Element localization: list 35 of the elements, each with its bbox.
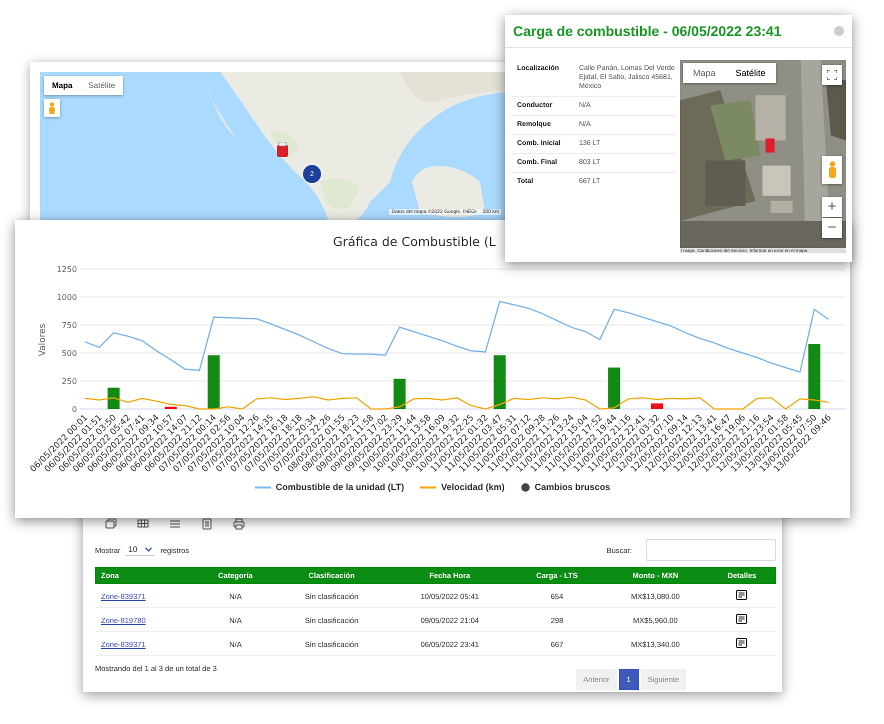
zoom-out-button[interactable]: − [822, 218, 842, 238]
printer-icon[interactable] [233, 518, 245, 530]
axis-tick-label: 750 [62, 321, 77, 330]
axis-tick-label: 500 [62, 349, 77, 358]
details-icon[interactable] [736, 638, 748, 648]
axis-tick-label: 1250 [56, 265, 77, 274]
copy-icon[interactable] [105, 518, 117, 530]
fullscreen-icon [827, 70, 837, 80]
map-type-tab[interactable]: Mapa [44, 76, 80, 95]
document-icon[interactable] [201, 518, 213, 530]
search-field[interactable] [646, 539, 776, 561]
legend-line-icon [420, 486, 436, 488]
popup-title: Carga de combustible - 06/05/2022 23:41 [513, 23, 782, 39]
legend-label[interactable]: Combustible de la unidad (LT) [276, 482, 404, 492]
list-icon[interactable] [169, 518, 181, 530]
legend-label[interactable]: Cambios bruscos [534, 482, 610, 492]
map-type-tab[interactable]: Satélite [726, 63, 776, 83]
axis-tick-label: 1000 [56, 293, 77, 302]
map-type-tab[interactable]: Mapa [683, 63, 726, 83]
chart-title: Gráfica de Combustible (L [333, 234, 496, 249]
details-icon[interactable] [736, 614, 748, 624]
axis-title: Valores [38, 324, 48, 356]
details-icon[interactable] [736, 590, 748, 600]
map-type-tab[interactable]: Satélite [80, 76, 124, 95]
zoom-in-button[interactable]: + [822, 197, 842, 217]
chevron-icon [145, 547, 152, 552]
axis-tick-label: 250 [62, 377, 77, 386]
table-icon[interactable] [137, 518, 149, 530]
legend-label[interactable]: Velocidad (km) [441, 482, 505, 492]
fuel-marker-icon[interactable] [276, 142, 290, 158]
legend-dot [520, 482, 530, 492]
fullscreen-button[interactable] [822, 65, 842, 85]
legend-line-icon [254, 486, 271, 488]
axis-tick-label: 0 [72, 405, 77, 414]
page-length-select[interactable]: 10 [126, 544, 154, 556]
